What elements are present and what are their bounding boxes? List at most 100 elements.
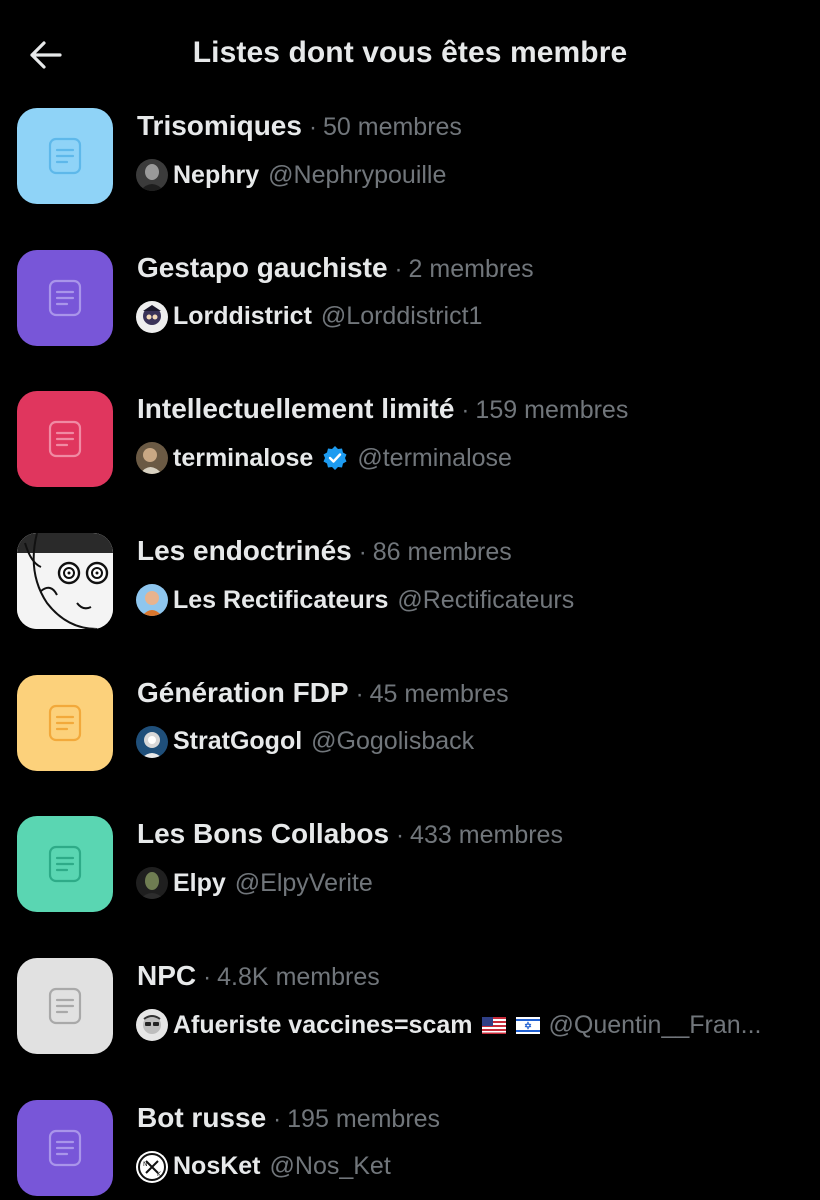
list-title-row: Les endoctrinés · 86 membres (137, 535, 512, 567)
members-label: membres (458, 821, 563, 850)
members-label: membres (524, 396, 629, 425)
top-bar: Listes dont vous êtes membre (0, 0, 820, 108)
list-title-row: Gestapo gauchiste · 2 membres (137, 252, 534, 284)
separator-dot: · (461, 397, 470, 425)
separator-dot: · (308, 114, 317, 141)
owner-name[interactable]: Afueriste vaccines=scam (173, 1011, 473, 1040)
list-name: Intellectuellement limité (137, 393, 455, 425)
list-name: Trisomiques (137, 110, 302, 141)
owner-row: Elpy @ElpyVerite (136, 867, 373, 900)
avatar[interactable] (136, 1009, 168, 1042)
owner-handle[interactable]: @terminalose (357, 444, 512, 473)
owner-row: Lorddistrict @Lorddistrict1 (136, 300, 483, 333)
member-count: 433 (410, 821, 452, 850)
owner-handle[interactable]: @ElpyVerite (235, 869, 373, 898)
avatar[interactable] (136, 300, 168, 333)
list-item[interactable]: Les Bons Collabos · 433 membres Elpy @ElpyVer… (0, 812, 820, 954)
avatar[interactable]: NK (136, 1150, 168, 1183)
list-title-row: Génération FDP · 45 membres (137, 677, 509, 709)
us-flag-icon (481, 1016, 506, 1034)
list-item[interactable]: NPC · 4.8K membres Afueriste vaccines=scam @Q… (0, 954, 820, 1096)
list-icon (17, 958, 113, 1055)
owner-name[interactable]: StratGogol (173, 727, 302, 756)
owner-row: Les Rectificateurs @Rectificateurs (136, 584, 574, 617)
owner-handle[interactable]: @Gogolisback (311, 727, 474, 756)
avatar[interactable] (136, 159, 168, 191)
member-count: 86 (372, 538, 401, 567)
owner-row: StratGogol @Gogolisback (136, 725, 474, 758)
owner-handle[interactable]: @Quentin__Fran... (549, 1011, 762, 1040)
owner-handle[interactable]: @Nephrypouille (268, 161, 446, 190)
owner-row: terminalose @terminalose (136, 442, 512, 475)
list-item[interactable]: Trisomiques · 50 membres Nephry @Nephrypouill… (0, 104, 820, 246)
members-label: membres (335, 1104, 441, 1133)
list-title-row: NPC · 4.8K membres (137, 960, 380, 992)
list-document-icon (43, 984, 87, 1028)
member-count: 50 (322, 113, 351, 141)
member-count: 2 (408, 254, 423, 283)
members-label: membres (404, 679, 509, 708)
list-title-row: Intellectuellement limité · 159 membres (137, 393, 628, 425)
list-name: Gestapo gauchiste (137, 251, 388, 283)
owner-row: Nephry @Nephrypouille (136, 159, 446, 191)
member-count: 45 (369, 679, 398, 708)
member-count: 195 (287, 1104, 329, 1133)
list-title-row: Les Bons Collabos · 433 membres (137, 818, 563, 850)
member-count: 159 (475, 396, 518, 425)
list-document-icon (43, 1126, 87, 1170)
owner-name[interactable]: Elpy (173, 869, 226, 898)
list-icon (17, 674, 113, 771)
list-item[interactable]: Intellectuellement limité · 159 membres term… (0, 387, 820, 529)
separator-dot: · (355, 680, 364, 708)
svg-text:N: N (143, 1161, 148, 1168)
owner-handle[interactable]: @Nos_Ket (270, 1152, 391, 1181)
list-item[interactable]: Gestapo gauchiste · 2 membres Lorddistrict @L… (0, 246, 820, 388)
list-document-icon (43, 276, 87, 320)
list-title-row: Bot russe · 195 membres (137, 1102, 440, 1134)
members-label: membres (407, 538, 512, 567)
list-icon (17, 391, 113, 488)
members-label: membres (429, 254, 534, 283)
list-document-icon (43, 701, 87, 745)
list-icon (17, 816, 113, 913)
page-title: Listes dont vous êtes membre (192, 36, 628, 69)
owner-name[interactable]: Lorddistrict (173, 302, 312, 331)
list-name: Les Bons Collabos (137, 818, 390, 850)
lists-container: Trisomiques · 50 membres Nephry @Nephrypouill… (0, 104, 820, 1200)
list-item[interactable]: Bot russe · 195 membres N K NosKet @Nos_Ket (0, 1096, 820, 1200)
list-name: NPC (137, 960, 197, 992)
owner-handle[interactable]: @Rectificateurs (397, 586, 574, 615)
list-document-icon (43, 134, 87, 178)
avatar[interactable] (136, 442, 168, 475)
owner-row: N K NosKet @Nos_Ket (136, 1150, 391, 1183)
separator-dot: · (394, 255, 403, 283)
separator-dot: · (358, 539, 367, 567)
list-icon (17, 1099, 113, 1196)
owner-name[interactable]: Les Rectificateurs (173, 586, 388, 615)
owner-handle[interactable]: @Lorddistrict1 (321, 302, 483, 331)
avatar[interactable] (136, 725, 168, 758)
separator-dot: · (273, 1105, 282, 1133)
member-count: 4.8K (217, 963, 269, 992)
owner-name[interactable]: terminalose (173, 444, 313, 473)
list-document-icon (43, 842, 87, 886)
list-document-icon (43, 417, 87, 461)
list-item[interactable]: Génération FDP · 45 membres StratGogol @Gogol… (0, 671, 820, 813)
owner-name[interactable]: Nephry (173, 161, 259, 190)
verified-badge-icon (322, 445, 348, 471)
members-label: membres (357, 113, 462, 141)
list-name: Génération FDP (137, 676, 349, 708)
owner-name[interactable]: NosKet (173, 1152, 261, 1181)
list-icon (17, 108, 113, 204)
list-name: Les endoctrinés (137, 535, 352, 567)
owner-row: Afueriste vaccines=scam @Quentin__Fran... (136, 1009, 762, 1042)
list-icon (17, 249, 113, 346)
israel-flag-icon (515, 1016, 540, 1034)
members-label: membres (275, 963, 380, 992)
avatar[interactable] (136, 867, 168, 900)
avatar[interactable] (136, 584, 168, 617)
list-item[interactable]: Les endoctrinés · 86 membres Les Rectificate… (0, 529, 820, 671)
list-name: Bot russe (137, 1101, 267, 1133)
list-icon (17, 533, 113, 630)
list-title-row: Trisomiques · 50 membres (137, 110, 462, 142)
